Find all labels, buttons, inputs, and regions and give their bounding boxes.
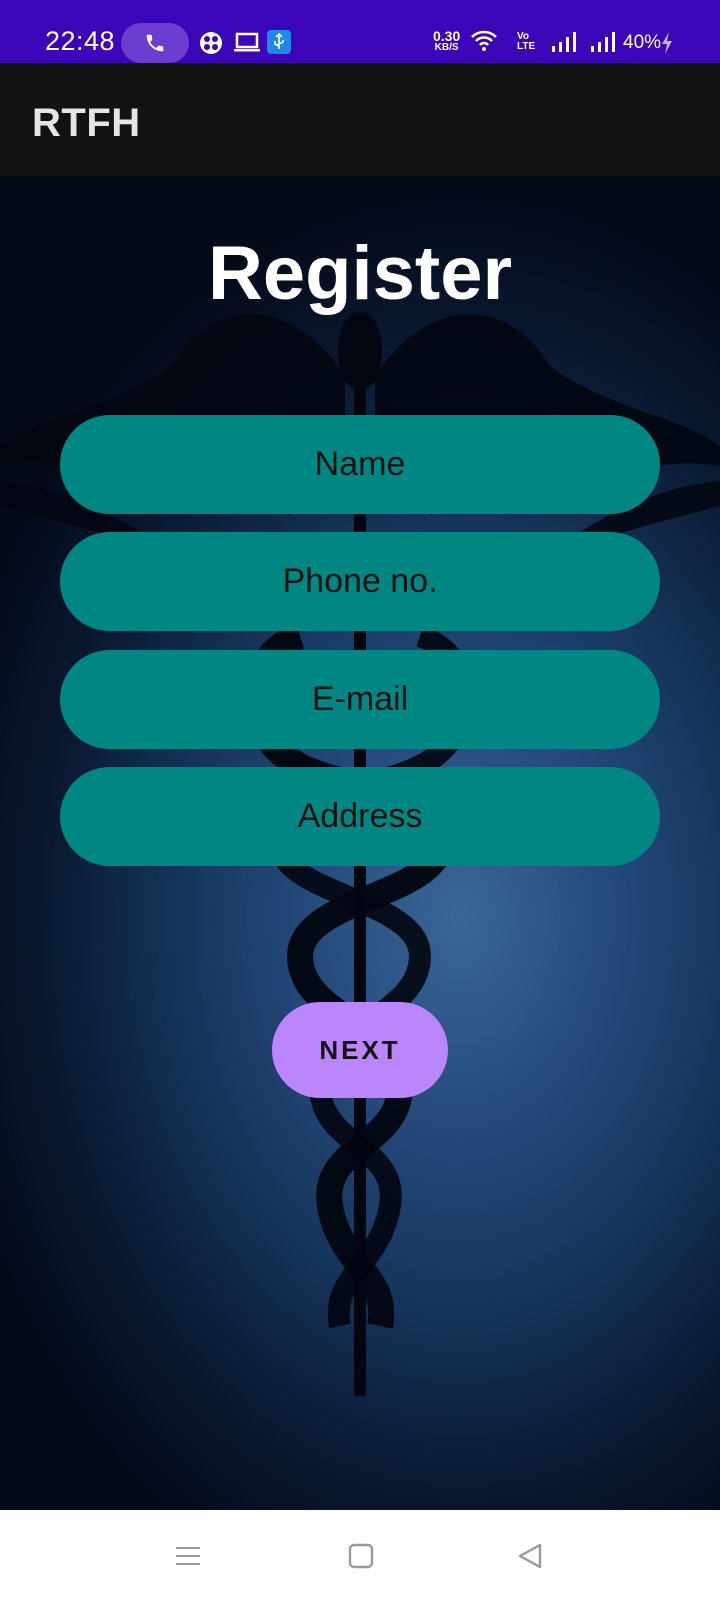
- status-bar: 22:48 0.30 KB/S Vo LTE 40%: [0, 0, 720, 63]
- laptop-icon: [234, 32, 260, 52]
- app-title: RTFH: [32, 101, 141, 145]
- phone-input[interactable]: Phone no.: [60, 532, 660, 631]
- navigation-bar: [0, 1510, 720, 1600]
- address-input[interactable]: Address: [60, 767, 660, 866]
- register-screen: Register Name Phone no. E-mail Address N…: [0, 176, 720, 1510]
- home-icon[interactable]: [347, 1542, 375, 1570]
- usb-icon: [267, 30, 291, 54]
- network-speed: 0.30 KB/S: [433, 29, 460, 54]
- app-bar: RTFH: [0, 63, 720, 176]
- status-time: 22:48: [45, 26, 116, 56]
- next-button[interactable]: NEXT: [272, 1002, 448, 1098]
- tracking-icon: [200, 32, 222, 54]
- name-input[interactable]: Name: [60, 415, 660, 514]
- phone-call-icon: [146, 34, 164, 52]
- battery-level: 40%: [623, 32, 662, 53]
- back-icon[interactable]: [516, 1542, 544, 1570]
- signal-1-icon: [552, 32, 576, 52]
- network-speed-unit: KB/S: [434, 42, 459, 53]
- email-input[interactable]: E-mail: [60, 650, 660, 749]
- ongoing-call-pill[interactable]: [121, 23, 189, 63]
- volte-indicator: Vo LTE: [517, 31, 536, 52]
- charging-icon: [662, 32, 672, 54]
- wifi-icon: [471, 30, 497, 51]
- signal-2-icon: [591, 32, 615, 52]
- page-title: Register: [207, 231, 513, 316]
- menu-icon[interactable]: [174, 1542, 202, 1570]
